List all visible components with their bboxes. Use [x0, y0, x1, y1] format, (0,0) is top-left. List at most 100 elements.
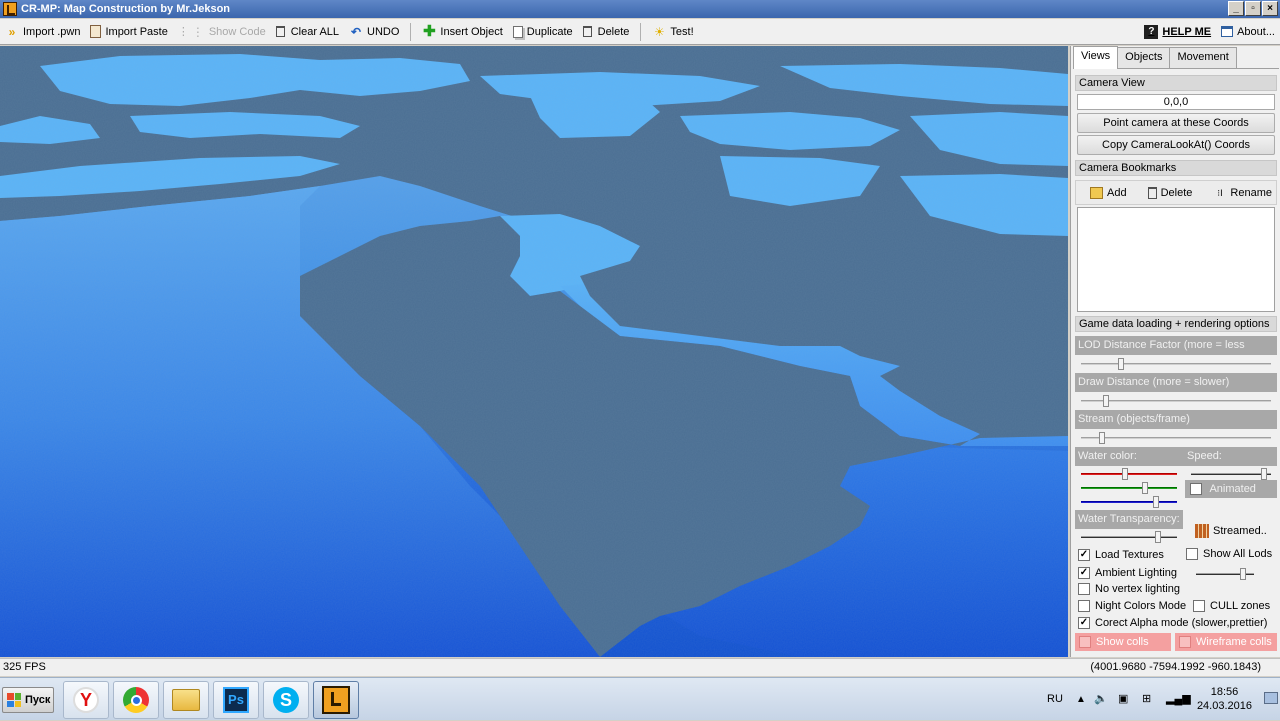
- show-all-lods-checkbox[interactable]: [1186, 548, 1198, 560]
- animated-row: Animated: [1185, 480, 1277, 498]
- clock[interactable]: 18:56 24.03.2016: [1197, 685, 1252, 713]
- water-transparency-slider[interactable]: [1081, 531, 1177, 543]
- clock-date: 24.03.2016: [1196, 700, 1252, 712]
- device-icon[interactable]: ▣: [1118, 678, 1128, 721]
- options-panel: Views Objects Movement Camera View 0,0,0…: [1070, 46, 1280, 657]
- cull-zones-label: CULL zones: [1210, 600, 1271, 612]
- tray-expand-icon[interactable]: ▲: [1076, 678, 1086, 721]
- cull-zones-checkbox[interactable]: [1193, 600, 1205, 612]
- photoshop-icon[interactable]: Ps: [213, 681, 259, 719]
- bookmarks-toolbar: Add Delete ⁝I Rename: [1075, 180, 1277, 205]
- show-colls-checkbox[interactable]: [1079, 636, 1091, 648]
- windows-icon[interactable]: ⊞: [1142, 678, 1151, 721]
- chrome-icon[interactable]: [113, 681, 159, 719]
- start-button[interactable]: Пуск: [2, 687, 54, 713]
- show-desktop-icon[interactable]: [1264, 692, 1278, 704]
- rename-bookmark-label: Rename: [1230, 186, 1272, 199]
- volume-icon[interactable]: 🔈: [1094, 678, 1108, 721]
- slider-thumb[interactable]: [1240, 568, 1246, 580]
- file-explorer-icon[interactable]: [163, 681, 209, 719]
- night-colors-checkbox[interactable]: [1078, 600, 1090, 612]
- no-vertex-lighting-checkbox[interactable]: [1078, 583, 1090, 595]
- show-all-lods-option[interactable]: Show All Lods: [1186, 548, 1272, 560]
- water-green-slider[interactable]: [1081, 482, 1177, 494]
- show-colls-option[interactable]: Show colls: [1075, 633, 1171, 651]
- draw-distance-label: Draw Distance (more = slower): [1075, 373, 1277, 392]
- night-colors-option[interactable]: Night Colors Mode: [1078, 600, 1186, 612]
- network-signal-icon[interactable]: ▂▄▆: [1166, 678, 1191, 721]
- undo-button[interactable]: ↶ UNDO: [344, 21, 404, 43]
- windows-flag-icon: [7, 693, 21, 707]
- slider-thumb[interactable]: [1153, 496, 1159, 508]
- duplicate-button[interactable]: Duplicate: [508, 21, 578, 43]
- night-colors-label: Night Colors Mode: [1095, 600, 1187, 612]
- delete-button[interactable]: Delete: [578, 21, 635, 43]
- ambient-level-slider[interactable]: [1196, 568, 1254, 580]
- double-arrow-icon: »: [8, 24, 16, 39]
- about-button[interactable]: About...: [1216, 21, 1280, 43]
- help-me-button[interactable]: ? HELP ME: [1139, 21, 1216, 43]
- test-button[interactable]: ☀ Test!: [647, 21, 698, 43]
- load-textures-checkbox[interactable]: ✓: [1078, 549, 1090, 561]
- correct-alpha-label: Corect Alpha mode (slower,prettier): [1095, 617, 1268, 629]
- ambient-lighting-checkbox[interactable]: ✓: [1078, 567, 1090, 579]
- cr-mp-app-icon[interactable]: [313, 681, 359, 719]
- import-pwn-button[interactable]: » Import .pwn: [0, 21, 85, 43]
- no-vertex-lighting-option[interactable]: No vertex lighting: [1078, 583, 1180, 595]
- water-speed-slider[interactable]: [1191, 468, 1271, 480]
- copy-camera-lookat-button[interactable]: Copy CameraLookAt() Coords: [1077, 135, 1275, 155]
- point-camera-button[interactable]: Point camera at these Coords: [1077, 113, 1275, 133]
- restore-button[interactable]: ▫: [1245, 1, 1261, 16]
- tab-movement[interactable]: Movement: [1169, 47, 1237, 68]
- wireframe-colls-checkbox[interactable]: [1179, 636, 1191, 648]
- streamed-label: Streamed..: [1213, 525, 1267, 537]
- map-viewport-3d[interactable]: [0, 46, 1068, 657]
- delete-bookmark-button[interactable]: Delete: [1147, 186, 1192, 199]
- cull-zones-option[interactable]: CULL zones: [1193, 600, 1270, 612]
- water-red-slider[interactable]: [1081, 468, 1177, 480]
- stream-slider[interactable]: [1081, 432, 1271, 444]
- minimize-button[interactable]: _: [1228, 1, 1244, 16]
- test-label: Test!: [670, 25, 694, 38]
- show-code-button[interactable]: ⋮ ⋮ Show Code: [173, 21, 271, 43]
- slider-thumb[interactable]: [1261, 468, 1267, 480]
- wireframe-colls-option[interactable]: Wireframe colls: [1175, 633, 1277, 651]
- water-blue-slider[interactable]: [1081, 496, 1177, 508]
- lod-distance-slider[interactable]: [1081, 358, 1271, 370]
- speed-label: Speed:: [1187, 450, 1222, 462]
- taskbar: Пуск Y Ps S RU ▲ 🔈 ▣ ⊞ ▂▄▆ 18:56 24.03.2…: [0, 677, 1280, 720]
- camera-coords-field[interactable]: 0,0,0: [1077, 94, 1275, 110]
- tab-objects[interactable]: Objects: [1117, 47, 1171, 68]
- text-cursor-icon: ⁝I: [1217, 187, 1223, 198]
- slider-thumb[interactable]: [1122, 468, 1128, 480]
- skype-icon[interactable]: S: [263, 681, 309, 719]
- load-textures-option[interactable]: ✓ Load Textures: [1078, 549, 1164, 561]
- slider-thumb[interactable]: [1103, 395, 1109, 407]
- yandex-browser-icon[interactable]: Y: [63, 681, 109, 719]
- correct-alpha-checkbox[interactable]: ✓: [1078, 617, 1090, 629]
- insert-object-button[interactable]: ✚ Insert Object: [417, 21, 507, 43]
- help-me-label: HELP ME: [1162, 25, 1212, 38]
- clear-all-button[interactable]: Clear ALL: [271, 21, 344, 43]
- slider-thumb[interactable]: [1155, 531, 1161, 543]
- correct-alpha-option[interactable]: ✓ Corect Alpha mode (slower,prettier): [1078, 617, 1267, 629]
- streamed-button[interactable]: Streamed..: [1195, 524, 1267, 538]
- draw-distance-slider[interactable]: [1081, 395, 1271, 407]
- ambient-lighting-option[interactable]: ✓ Ambient Lighting: [1078, 567, 1177, 579]
- toolbar-separator: [410, 22, 412, 41]
- slider-thumb[interactable]: [1142, 482, 1148, 494]
- rename-bookmark-button[interactable]: ⁝I Rename: [1213, 187, 1272, 199]
- slider-thumb[interactable]: [1118, 358, 1124, 370]
- add-bookmark-button[interactable]: Add: [1090, 186, 1127, 199]
- close-button[interactable]: ×: [1262, 1, 1278, 16]
- ambient-lighting-label: Ambient Lighting: [1095, 567, 1177, 579]
- animated-checkbox[interactable]: [1190, 483, 1202, 496]
- rendering-options-header: Game data loading + rendering options: [1075, 316, 1277, 332]
- app-icon: [3, 2, 17, 16]
- slider-thumb[interactable]: [1099, 432, 1105, 444]
- tab-views[interactable]: Views: [1073, 46, 1119, 69]
- import-paste-button[interactable]: Import Paste: [85, 21, 172, 43]
- language-indicator[interactable]: RU: [1047, 678, 1063, 721]
- animated-label: Animated: [1209, 483, 1256, 495]
- bookmarks-list[interactable]: [1077, 207, 1275, 312]
